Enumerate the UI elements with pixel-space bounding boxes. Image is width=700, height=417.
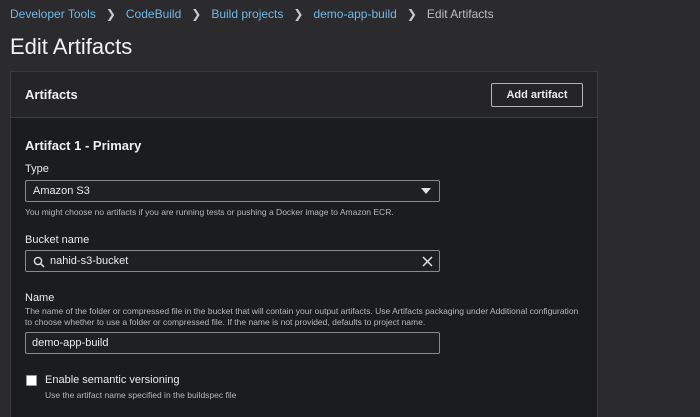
type-select[interactable]: Amazon S3 <box>25 180 440 202</box>
semantic-versioning-help: Use the artifact name specified in the b… <box>45 390 237 400</box>
breadcrumb: Developer Tools ❯ CodeBuild ❯ Build proj… <box>10 7 494 21</box>
name-label: Name <box>25 292 55 304</box>
semantic-versioning-label[interactable]: Enable semantic versioning <box>45 374 180 386</box>
chevron-right-icon: ❯ <box>406 7 417 21</box>
artifacts-panel: Artifacts Add artifact Artifact 1 - Prim… <box>10 71 598 417</box>
artifact-section-title: Artifact 1 - Primary <box>25 138 142 153</box>
breadcrumb-codebuild[interactable]: CodeBuild <box>126 7 181 21</box>
page-title: Edit Artifacts <box>10 34 133 59</box>
chevron-right-icon: ❯ <box>105 7 116 21</box>
bucket-search-field <box>25 250 440 272</box>
bucket-name-input[interactable] <box>48 252 408 270</box>
chevron-right-icon: ❯ <box>191 7 202 21</box>
search-icon <box>33 256 45 268</box>
caret-down-icon <box>421 188 431 194</box>
semantic-versioning-checkbox[interactable] <box>26 375 37 386</box>
artifact-name-input[interactable] <box>25 332 440 354</box>
breadcrumb-project[interactable]: demo-app-build <box>313 7 396 21</box>
name-help-text: The name of the folder or compressed fil… <box>25 306 579 327</box>
bucket-name-label: Bucket name <box>25 234 90 246</box>
breadcrumb-build-projects[interactable]: Build projects <box>211 7 283 21</box>
type-help-text: You might choose no artifacts if you are… <box>25 207 394 217</box>
panel-title: Artifacts <box>25 87 78 102</box>
close-icon[interactable] <box>422 256 433 267</box>
type-label: Type <box>25 163 49 175</box>
add-artifact-button[interactable]: Add artifact <box>491 83 583 107</box>
chevron-right-icon: ❯ <box>293 7 304 21</box>
type-selected-value: Amazon S3 <box>33 185 90 197</box>
breadcrumb-current: Edit Artifacts <box>426 7 494 21</box>
breadcrumb-developer-tools[interactable]: Developer Tools <box>10 7 96 21</box>
panel-header: Artifacts Add artifact <box>11 72 597 118</box>
